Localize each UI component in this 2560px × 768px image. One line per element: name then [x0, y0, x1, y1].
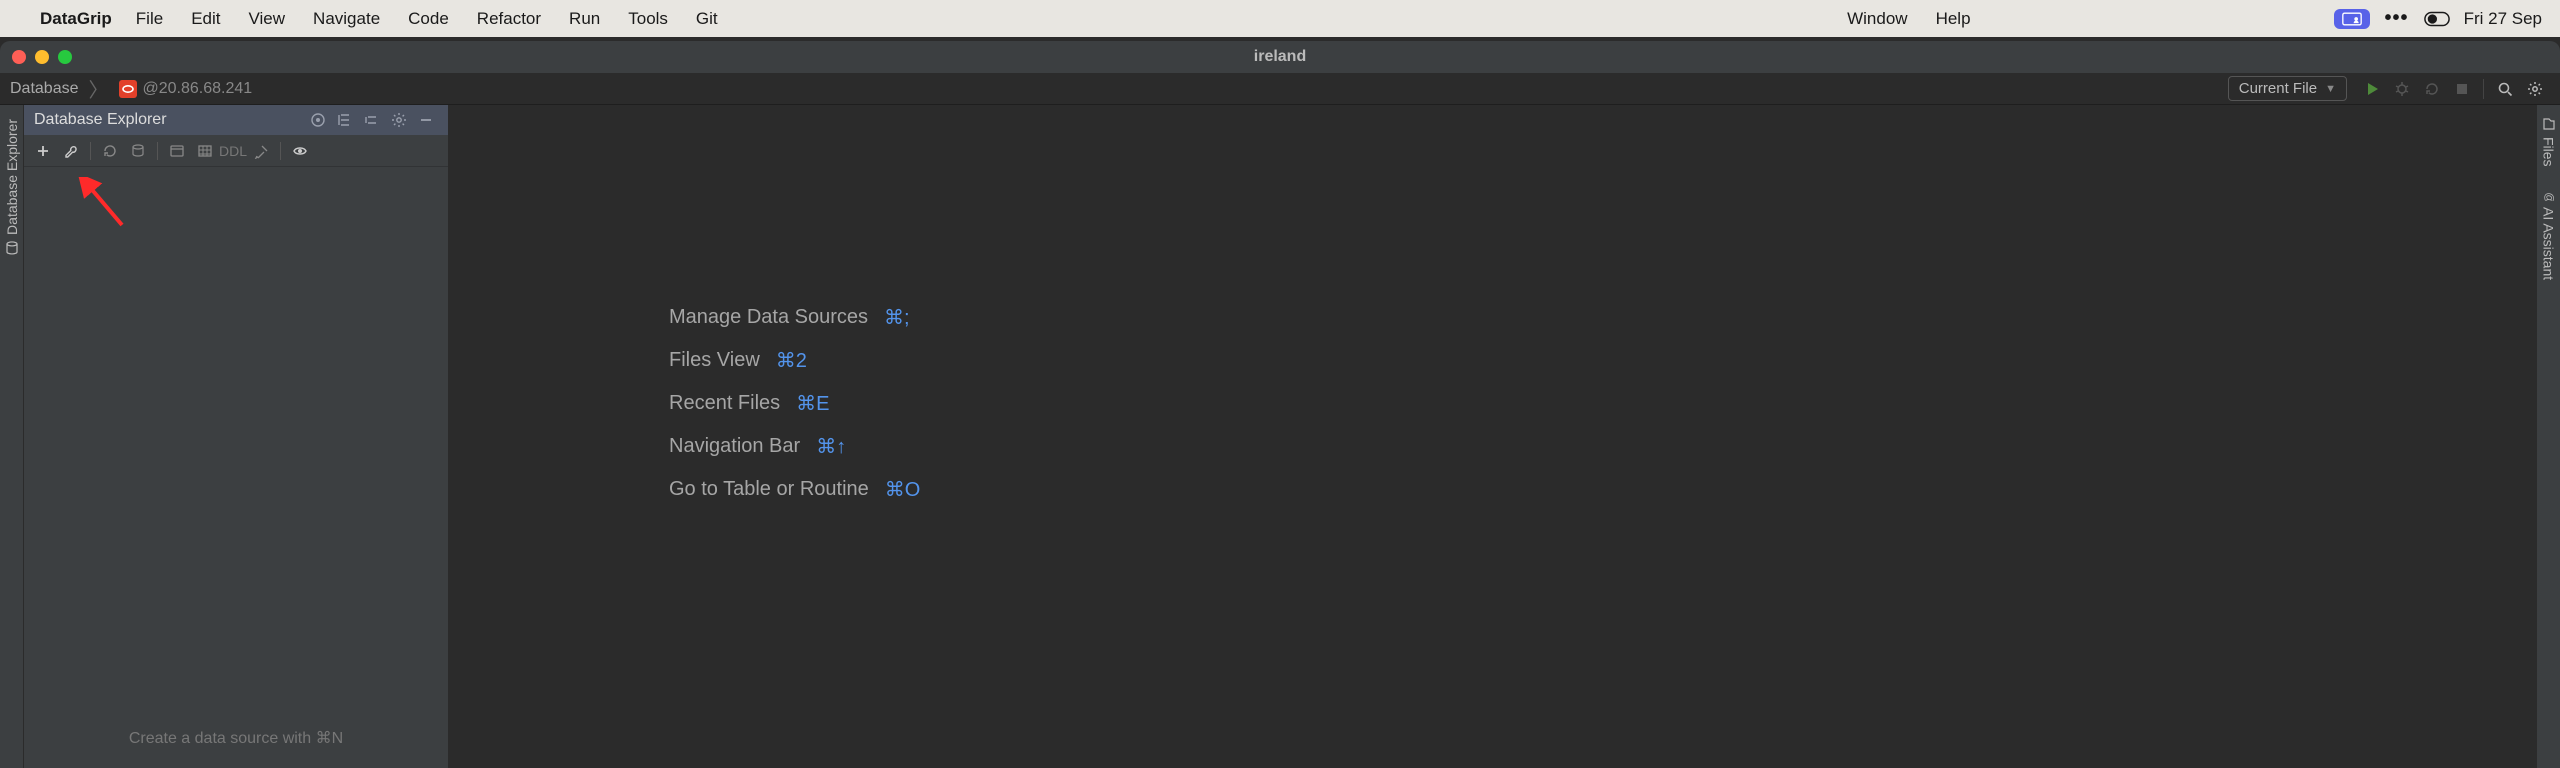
rerun-button[interactable]	[2419, 76, 2445, 102]
menu-window[interactable]: Window	[1847, 9, 1907, 29]
menu-help[interactable]: Help	[1936, 9, 1971, 29]
menu-refactor[interactable]: Refactor	[477, 9, 541, 29]
jump-to-console-button[interactable]	[164, 138, 190, 164]
view-table-button[interactable]	[192, 138, 218, 164]
welcome-row[interactable]: Manage Data Sources ⌘;	[669, 305, 920, 330]
debug-button[interactable]	[2389, 76, 2415, 102]
welcome-shortcut: ⌘O	[885, 477, 921, 502]
app-name[interactable]: DataGrip	[40, 9, 112, 29]
traffic-lights	[12, 50, 72, 64]
welcome-label: Navigation Bar	[669, 435, 800, 458]
database-explorer-panel: Database Explorer	[24, 105, 449, 768]
minimize-window-button[interactable]	[35, 50, 49, 64]
menu-code[interactable]: Code	[408, 9, 449, 29]
ide-settings-button[interactable]	[2522, 76, 2548, 102]
welcome-shortcut: ⌘;	[884, 305, 910, 330]
welcome-row[interactable]: Recent Files ⌘E	[669, 391, 920, 416]
filter-button[interactable]	[248, 138, 274, 164]
welcome-row[interactable]: Files View ⌘2	[669, 348, 920, 373]
editor-area: Manage Data Sources ⌘; Files View ⌘2 Rec…	[449, 105, 2536, 768]
sidebar-toolbar: DDL	[24, 135, 448, 167]
annotation-arrow-icon	[74, 177, 134, 242]
window-title: ireland	[1254, 48, 1306, 66]
add-datasource-button[interactable]	[30, 138, 56, 164]
svg-text:@: @	[2543, 192, 2555, 201]
sidebar-header: Database Explorer	[24, 105, 448, 135]
close-window-button[interactable]	[12, 50, 26, 64]
control-center-icon[interactable]	[2424, 11, 2450, 27]
refresh-button[interactable]	[97, 138, 123, 164]
menu-git[interactable]: Git	[696, 9, 718, 29]
stop-button[interactable]	[2449, 76, 2475, 102]
expand-all-icon[interactable]	[333, 108, 357, 132]
breadcrumb-separator-icon: 〉	[89, 74, 109, 103]
left-tool-rail: Database Explorer	[0, 105, 24, 768]
navigation-bar: Database 〉 @20.86.68.241 Current File ▼	[0, 73, 2560, 105]
collapse-all-icon[interactable]	[360, 108, 384, 132]
toolbar-separator	[90, 142, 91, 160]
run-config-select[interactable]: Current File ▼	[2228, 76, 2347, 101]
macos-menubar: DataGrip File Edit View Navigate Code Re…	[0, 0, 2560, 37]
welcome-label: Files View	[669, 349, 760, 372]
welcome-shortcuts: Manage Data Sources ⌘; Files View ⌘2 Rec…	[669, 305, 920, 502]
left-rail-database-explorer-tab[interactable]: Database Explorer	[2, 111, 22, 263]
right-rail-ai-assistant-tab[interactable]: @ AI Assistant	[2539, 181, 2559, 286]
show-visualization-button[interactable]	[287, 138, 313, 164]
menu-edit[interactable]: Edit	[191, 9, 220, 29]
menu-extras-icon[interactable]: •••	[2385, 7, 2409, 30]
welcome-row[interactable]: Go to Table or Routine ⌘O	[669, 477, 920, 502]
right-rail-files-tab[interactable]: Files	[2539, 111, 2559, 173]
sidebar-empty-hint: Create a data source with ⌘N	[24, 728, 448, 748]
right-rail-label: AI Assistant	[2541, 207, 2557, 280]
welcome-label: Recent Files	[669, 392, 780, 415]
menu-file[interactable]: File	[136, 9, 163, 29]
panel-settings-icon[interactable]	[387, 108, 411, 132]
breadcrumb-root[interactable]: Database	[10, 80, 79, 98]
hide-panel-icon[interactable]	[414, 108, 438, 132]
welcome-label: Manage Data Sources	[669, 306, 868, 329]
welcome-label: Go to Table or Routine	[669, 478, 869, 501]
breadcrumb-datasource[interactable]: @20.86.68.241	[143, 80, 253, 98]
left-rail-label: Database Explorer	[4, 119, 20, 235]
oracle-icon	[119, 80, 137, 98]
right-rail-label: Files	[2541, 137, 2557, 167]
toolbar-separator	[157, 142, 158, 160]
menu-navigate[interactable]: Navigate	[313, 9, 380, 29]
welcome-shortcut: ⌘↑	[816, 434, 846, 459]
sidebar-title: Database Explorer	[34, 111, 167, 129]
screen-share-icon[interactable]	[2334, 9, 2370, 29]
search-button[interactable]	[2492, 76, 2518, 102]
divider	[2483, 79, 2484, 99]
breadcrumb: Database 〉 @20.86.68.241	[10, 74, 252, 103]
welcome-shortcut: ⌘2	[776, 348, 807, 373]
toolbar-separator	[280, 142, 281, 160]
stop-loading-button[interactable]	[125, 138, 151, 164]
chevron-down-icon: ▼	[2325, 83, 2336, 95]
run-config-label: Current File	[2239, 80, 2317, 97]
welcome-row[interactable]: Navigation Bar ⌘↑	[669, 434, 920, 459]
menu-view[interactable]: View	[249, 9, 286, 29]
ddl-button[interactable]: DDL	[220, 138, 246, 164]
menubar-date[interactable]: Fri 27 Sep	[2464, 9, 2542, 29]
scroll-from-source-icon[interactable]	[306, 108, 330, 132]
menu-run[interactable]: Run	[569, 9, 600, 29]
sidebar-body: Create a data source with ⌘N	[24, 167, 448, 768]
run-button[interactable]	[2359, 76, 2385, 102]
window-titlebar: ireland	[0, 41, 2560, 73]
zoom-window-button[interactable]	[58, 50, 72, 64]
datasource-properties-button[interactable]	[58, 138, 84, 164]
welcome-shortcut: ⌘E	[796, 391, 829, 416]
right-tool-rail: Files @ AI Assistant	[2536, 105, 2560, 768]
menu-tools[interactable]: Tools	[628, 9, 668, 29]
